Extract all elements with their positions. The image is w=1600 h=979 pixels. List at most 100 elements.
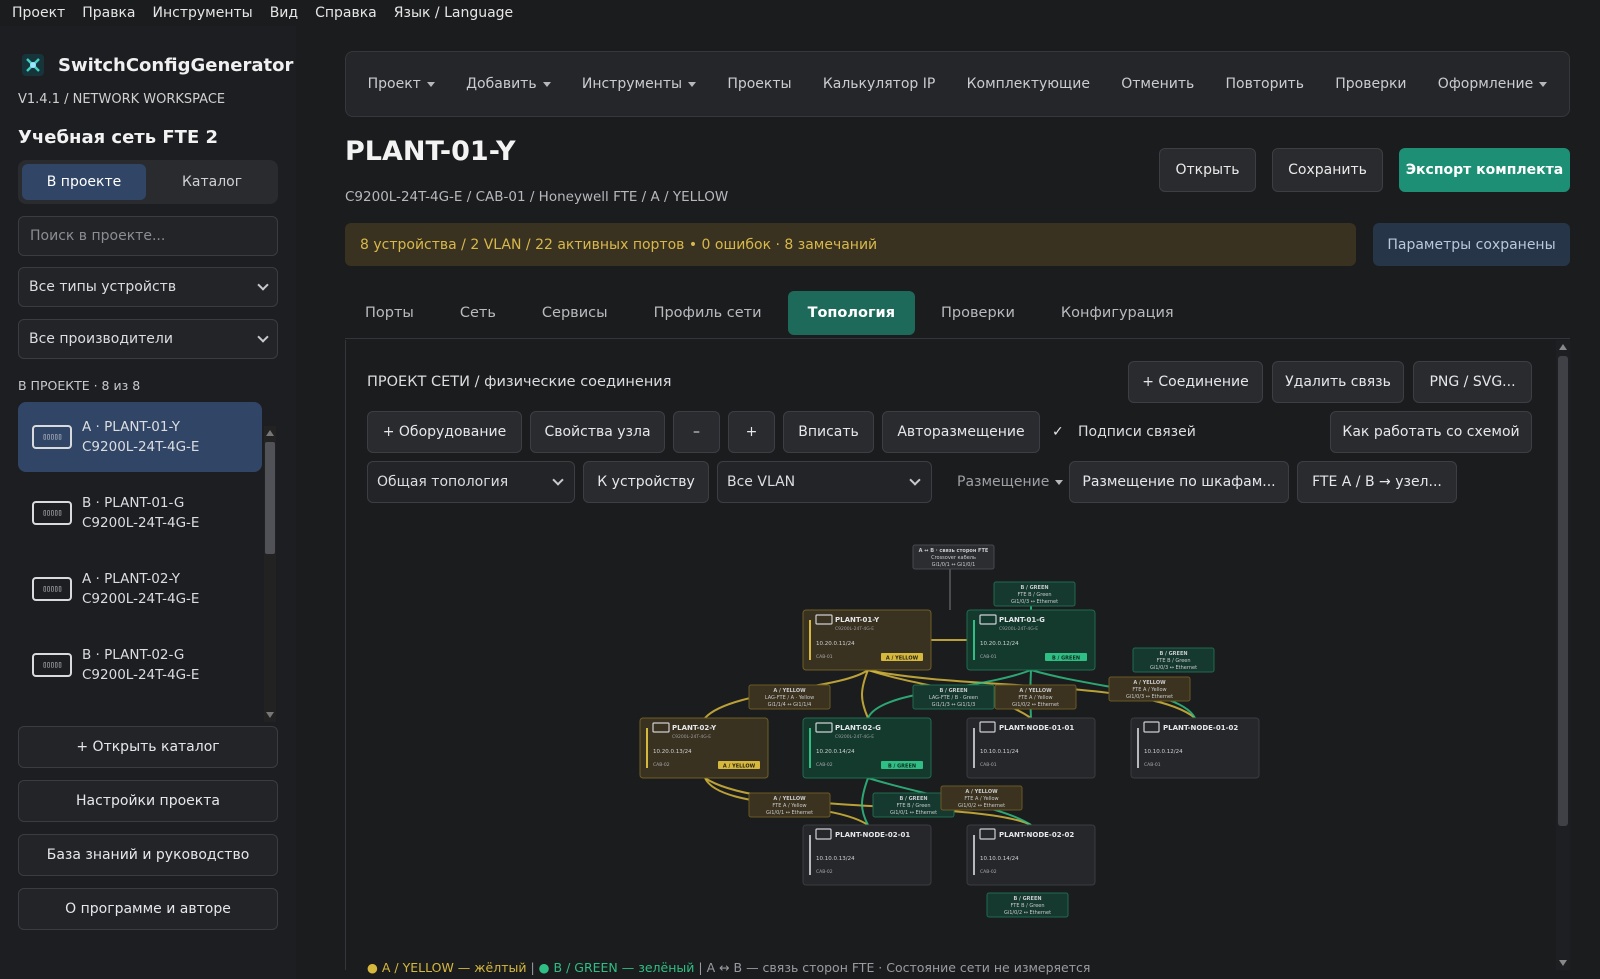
toolbar-label: Добавить xyxy=(466,76,537,92)
zoom-out-button[interactable]: – xyxy=(673,411,720,453)
autolayout-button[interactable]: Авторазмещение xyxy=(882,411,1040,453)
device-item[interactable]: ▯▯▯▯▯ B · PLANT-02-G C9200L-24T-4G-E xyxy=(18,630,262,700)
device-list-scrollbar[interactable] xyxy=(264,426,276,722)
to-device-button[interactable]: К устройству xyxy=(583,461,709,503)
scrollbar-thumb[interactable] xyxy=(265,442,275,554)
place-by-cabinet-button[interactable]: Размещение по шкафам... xyxy=(1069,461,1289,503)
about-button[interactable]: О программе и авторе xyxy=(18,888,278,930)
toolbar-checks[interactable]: Проверки xyxy=(1335,76,1406,92)
export-button[interactable]: Экспорт комплекта xyxy=(1399,148,1570,192)
sidebar: SwitchConfigGenerator V1.4.1 / NETWORK W… xyxy=(0,26,296,979)
device-model: C9200L-24T-4G-E xyxy=(82,591,200,607)
tab-network-profile[interactable]: Профиль сети xyxy=(634,291,782,335)
scrollbar-thumb[interactable] xyxy=(1558,356,1568,826)
device-item[interactable]: ▯▯▯▯▯ A · PLANT-02-Y C9200L-24T-4G-E xyxy=(18,554,262,624)
device-item[interactable]: ▯▯▯▯▯ B · PLANT-01-G C9200L-24T-4G-E xyxy=(18,478,262,548)
device-name: A · PLANT-01-Y xyxy=(82,419,180,435)
scroll-up-icon[interactable] xyxy=(1559,344,1567,350)
view-select[interactable]: Общая топология xyxy=(367,461,575,503)
toolbar-undo[interactable]: Отменить xyxy=(1121,76,1194,92)
node-properties-button[interactable]: Свойства узла xyxy=(530,411,665,453)
device-type-select[interactable]: Все типы устройств xyxy=(18,267,278,307)
add-equipment-button[interactable]: + Оборудование xyxy=(367,411,522,453)
main-toolbar: Проект Добавить Инструменты Проекты Каль… xyxy=(345,51,1570,117)
status-bar: 8 устройства / 2 VLAN / 22 активных порт… xyxy=(345,223,1356,266)
legend-green: ● B / GREEN — зелёный xyxy=(538,960,695,975)
search-input[interactable]: Поиск в проекте... xyxy=(18,216,278,256)
placement-menu[interactable]: Размещение xyxy=(957,474,1064,490)
tab-network[interactable]: Сеть xyxy=(440,291,516,335)
scroll-up-icon[interactable] xyxy=(266,430,274,436)
vendor-select[interactable]: Все производители xyxy=(18,319,278,359)
placement-label: Размещение xyxy=(957,474,1050,490)
version-label: V1.4.1 / NETWORK WORKSPACE xyxy=(18,92,226,107)
menu-project[interactable]: Проект xyxy=(12,5,65,21)
tab-services[interactable]: Сервисы xyxy=(522,291,628,335)
menu-edit[interactable]: Правка xyxy=(82,5,135,21)
knowledge-base-button[interactable]: База знаний и руководство xyxy=(18,834,278,876)
saved-badge: Параметры сохранены xyxy=(1373,223,1570,266)
device-item[interactable]: ▯▯▯▯▯ A · PLANT-01-Y C9200L-24T-4G-E xyxy=(18,402,262,472)
tab-in-project[interactable]: В проекте xyxy=(22,164,146,200)
menu-bar: Проект Правка Инструменты Вид Справка Яз… xyxy=(0,0,1600,26)
toolbar-ip-calc[interactable]: Калькулятор IP xyxy=(823,76,935,92)
tab-catalog[interactable]: Каталог xyxy=(150,164,274,200)
tab-checks[interactable]: Проверки xyxy=(921,291,1035,335)
caret-down-icon xyxy=(688,81,697,87)
menu-language[interactable]: Язык / Language xyxy=(394,5,513,21)
project-settings-button[interactable]: Настройки проекта xyxy=(18,780,278,822)
device-type-value: Все типы устройств xyxy=(29,279,177,295)
device-model: C9200L-24T-4G-E xyxy=(82,515,200,531)
vendor-value: Все производители xyxy=(29,331,173,347)
topology-legend: ● A / YELLOW — жёлтый | ● B / GREEN — зе… xyxy=(367,960,1090,976)
toolbar-redo[interactable]: Повторить xyxy=(1226,76,1304,92)
switch-icon: ▯▯▯▯▯ xyxy=(32,653,72,677)
device-list: ▯▯▯▯▯ A · PLANT-01-Y C9200L-24T-4G-E ▯▯▯▯… xyxy=(18,402,262,722)
caret-down-icon xyxy=(542,81,551,87)
fit-button[interactable]: Вписать xyxy=(783,411,874,453)
scroll-down-icon[interactable] xyxy=(1559,960,1567,966)
menu-view[interactable]: Вид xyxy=(270,5,298,21)
link-labels-checkbox[interactable]: ✓ Подписи связей xyxy=(1052,424,1196,440)
page-title: PLANT-01-Y xyxy=(345,136,516,167)
topology-title: ПРОЕКТ СЕТИ / физические соединения xyxy=(367,374,672,390)
app-logo-icon xyxy=(22,54,44,76)
open-catalog-button[interactable]: + Открыть каталог xyxy=(18,726,278,768)
export-png-button[interactable]: PNG / SVG... xyxy=(1413,361,1532,403)
topology-scrollbar[interactable] xyxy=(1556,340,1570,970)
legend-separator: | xyxy=(526,960,539,975)
tab-ports[interactable]: Порты xyxy=(345,291,434,335)
scroll-down-icon[interactable] xyxy=(266,712,274,718)
caret-down-icon xyxy=(426,81,435,87)
toolbar-theme[interactable]: Оформление xyxy=(1437,76,1548,92)
tab-configuration[interactable]: Конфигурация xyxy=(1041,291,1194,335)
device-model: C9200L-24T-4G-E xyxy=(82,439,200,455)
caret-down-icon xyxy=(1055,479,1064,485)
check-icon: ✓ xyxy=(1052,424,1064,440)
toolbar-add[interactable]: Добавить xyxy=(466,76,551,92)
toolbar-components[interactable]: Комплектующие xyxy=(967,76,1090,92)
menu-help[interactable]: Справка xyxy=(315,5,377,21)
toolbar-projects[interactable]: Проекты xyxy=(727,76,791,92)
open-button[interactable]: Открыть xyxy=(1159,148,1256,192)
tab-topology[interactable]: Топология xyxy=(787,290,916,335)
legend-note: | A ↔ B — связь сторон FTE · Состояние с… xyxy=(694,960,1091,975)
vlan-select-value: Все VLAN xyxy=(727,474,796,490)
project-name: Учебная сеть FTE 2 xyxy=(18,127,219,148)
vlan-select[interactable]: Все VLAN xyxy=(717,461,932,503)
device-name: B · PLANT-02-G xyxy=(82,647,185,663)
add-link-button[interactable]: + Соединение xyxy=(1128,361,1263,403)
zoom-in-button[interactable]: + xyxy=(728,411,775,453)
fte-node-button[interactable]: FTE A / B → узел... xyxy=(1297,461,1457,503)
help-button[interactable]: Как работать со схемой xyxy=(1330,411,1532,453)
caret-down-icon xyxy=(1539,81,1548,87)
toolbar-label: Оформление xyxy=(1437,76,1534,92)
save-button[interactable]: Сохранить xyxy=(1272,148,1383,192)
switch-icon: ▯▯▯▯▯ xyxy=(32,577,72,601)
toolbar-project[interactable]: Проект xyxy=(368,76,435,92)
view-select-value: Общая топология xyxy=(377,474,509,490)
menu-tools[interactable]: Инструменты xyxy=(153,5,253,21)
toolbar-tools[interactable]: Инструменты xyxy=(582,76,697,92)
delete-link-button[interactable]: Удалить связь xyxy=(1272,361,1404,403)
device-name: A · PLANT-02-Y xyxy=(82,571,180,587)
